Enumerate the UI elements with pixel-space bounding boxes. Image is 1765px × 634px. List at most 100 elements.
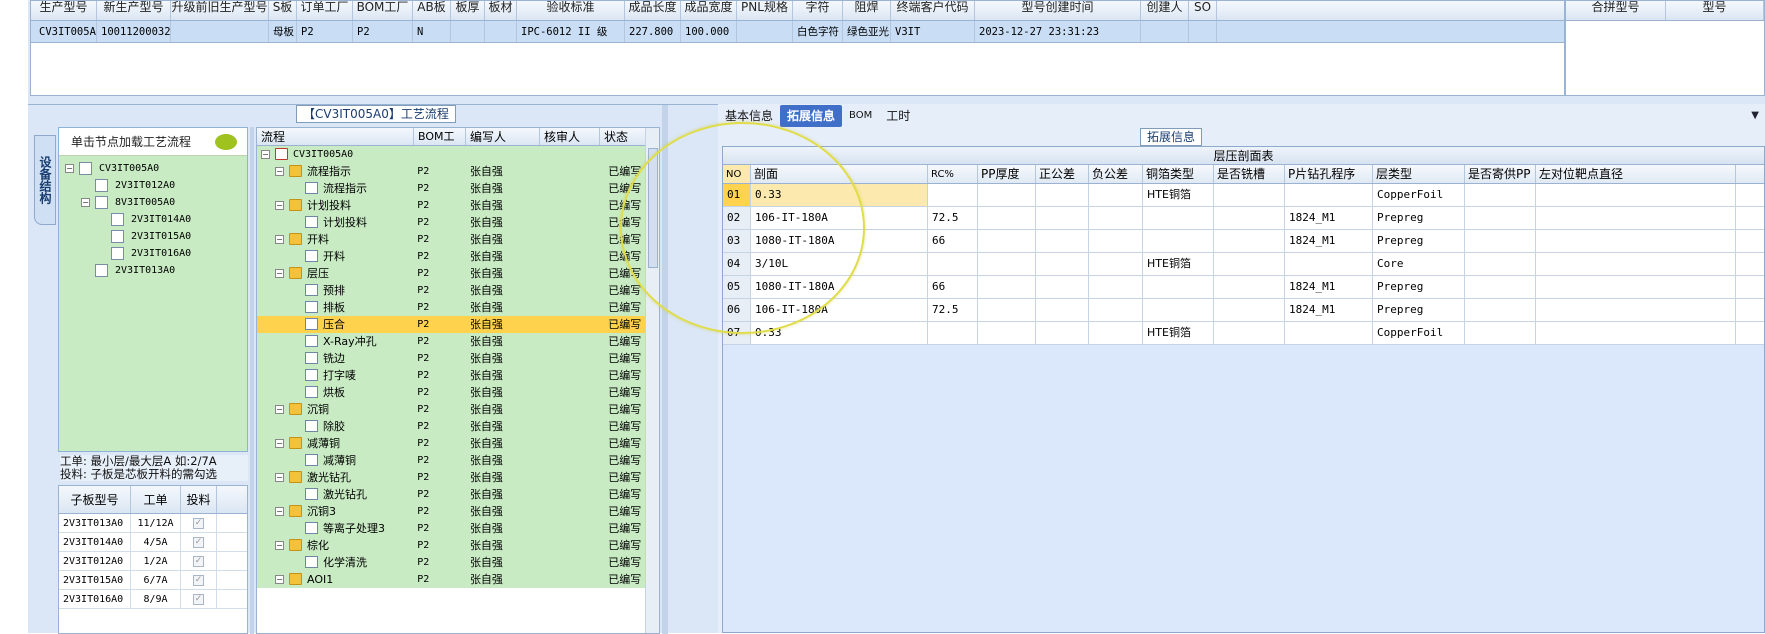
flow-expander[interactable]: − (275, 201, 284, 210)
model-grid[interactable]: 生产型号 新生产型号 升级前旧生产型号 S板 订单工厂 BOM工厂 AB板 板厚 板材 验收标准成… (30, 0, 1565, 96)
flow-row[interactable]: − AOI1 P2 张自强 已编写 (257, 571, 659, 588)
stackup-row[interactable]: 05 1080-IT-180A 66 1824_M1 Prepreg (723, 276, 1764, 299)
flow-expander[interactable]: − (275, 575, 284, 584)
flow-row[interactable]: 流程指示 P2 张自强 已编写 (257, 180, 659, 197)
flow-writer-cell: 张自强 (469, 199, 503, 212)
tree-expander[interactable]: − (65, 164, 74, 173)
main-splitter[interactable] (662, 105, 668, 634)
left-splitter[interactable] (250, 127, 254, 634)
stackup-table[interactable]: 层压剖面表 NO 剖面 RC% PP厚度 正公差 负公差 铜箔类型 是否铣槽 P片钻孔程序 层类型… (722, 146, 1765, 633)
flow-row[interactable]: − 沉铜3 P2 张自强 已编写 (257, 503, 659, 520)
comment-icon[interactable] (215, 134, 237, 150)
feed-checkbox[interactable]: ✓ (193, 517, 204, 529)
flow-row[interactable]: − 沉铜 P2 张自强 已编写 (257, 401, 659, 418)
flow-row[interactable]: 化学清洗 P2 张自强 已编写 (257, 554, 659, 571)
flow-expander[interactable]: − (275, 167, 284, 176)
flow-expander[interactable]: − (275, 507, 284, 516)
flow-row[interactable]: − 激光钻孔 P2 张自强 已编写 (257, 469, 659, 486)
flow-row[interactable]: 排板 P2 张自强 已编写 (257, 299, 659, 316)
model-grid-row[interactable]: CV3IT005A010011200032467母板P2P2NIPC-6012 … (31, 21, 1564, 43)
stackup-row[interactable]: 06 106-IT-180A 72.5 1824_M1 Prepreg (723, 299, 1764, 322)
tree-node[interactable]: 2V3IT013A0 (59, 262, 247, 279)
flow-row[interactable]: − 棕化 P2 张自强 已编写 (257, 537, 659, 554)
feed-checkbox-cell[interactable]: ✓ (181, 571, 217, 589)
stackup-cell: 01 (723, 184, 751, 206)
flow-bom-cell: P2 (417, 234, 430, 245)
feed-checkbox[interactable]: ✓ (193, 574, 204, 586)
tab-2[interactable]: BOM (842, 105, 879, 127)
tree-node[interactable]: 2V3IT012A0 (59, 177, 247, 194)
flow-col-process: 流程 (257, 128, 414, 145)
stackup-row[interactable]: 03 1080-IT-180A 66 1824_M1 Prepreg (723, 230, 1764, 253)
tree-node[interactable]: − 8V3IT005A0 (59, 194, 247, 211)
flow-row[interactable]: − 层压 P2 张自强 已编写 (257, 265, 659, 282)
feed-checkbox-cell[interactable]: ✓ (181, 552, 217, 570)
feed-checkbox[interactable]: ✓ (193, 536, 204, 548)
tree-expander[interactable]: − (81, 198, 90, 207)
flow-name-cell: − CV3IT005A0 (257, 146, 413, 163)
flow-expander[interactable]: − (275, 235, 284, 244)
sub-board-row[interactable]: 2V3IT015A0 6/7A ✓ (59, 571, 247, 590)
flow-row[interactable]: − 流程指示 P2 张自强 已编写 (257, 163, 659, 180)
tree-node[interactable]: 2V3IT015A0 (59, 228, 247, 245)
feed-checkbox-cell[interactable]: ✓ (181, 514, 217, 532)
tree-node[interactable]: − CV3IT005A0 (59, 160, 247, 177)
flow-scrollbar[interactable] (645, 128, 659, 633)
flow-row[interactable]: 烘板 P2 张自强 已编写 (257, 384, 659, 401)
sub-board-row[interactable]: 2V3IT013A0 11/12A ✓ (59, 514, 247, 533)
model-grid-cell (737, 21, 793, 42)
tree-node[interactable]: 2V3IT016A0 (59, 245, 247, 262)
flow-expander[interactable]: − (275, 541, 284, 550)
tab-menu-icon[interactable]: ▼ (1751, 110, 1759, 121)
flow-expander[interactable]: − (261, 150, 270, 159)
folder-icon (289, 539, 302, 551)
flow-row[interactable]: 打字唛 P2 张自强 已编写 (257, 367, 659, 384)
flow-name-cell: 铣边 (257, 350, 413, 367)
model-tree[interactable]: 单击节点加载工艺流程 − CV3IT005A0 2V3IT012A0 − 8V3IT00… (58, 127, 248, 452)
stackup-row[interactable]: 04 3/10L HTE铜箔 Core (723, 253, 1764, 276)
stackup-cell: 06 (723, 299, 751, 321)
flow-row[interactable]: − CV3IT005A0 (257, 146, 659, 163)
flow-row[interactable]: 铣边 P2 张自强 已编写 (257, 350, 659, 367)
flow-row[interactable]: − 开料 P2 张自强 已编写 (257, 231, 659, 248)
feed-checkbox-cell[interactable]: ✓ (181, 590, 217, 608)
tree-node[interactable]: 2V3IT014A0 (59, 211, 247, 228)
stackup-row[interactable]: 07 0.33 HTE铜箔 CopperFoil (723, 322, 1764, 345)
flow-row[interactable]: 减薄铜 P2 张自强 已编写 (257, 452, 659, 469)
merge-model-panel[interactable]: 合拼型号 型号 (1565, 0, 1765, 96)
flow-row[interactable]: − 计划投料 P2 张自强 已编写 (257, 197, 659, 214)
flow-row[interactable]: − 减薄铜 P2 张自强 已编写 (257, 435, 659, 452)
flow-expander[interactable]: − (275, 473, 284, 482)
flow-expander[interactable]: − (275, 405, 284, 414)
sub-board-row[interactable]: 2V3IT014A0 4/5A ✓ (59, 533, 247, 552)
tab-1[interactable]: 拓展信息 (780, 105, 843, 127)
feed-checkbox[interactable]: ✓ (193, 593, 204, 605)
tree-header-label: 单击节点加载工艺流程 (71, 135, 192, 149)
flow-row[interactable]: 激光钻孔 P2 张自强 已编写 (257, 486, 659, 503)
sub-board-grid[interactable]: 子板型号 工单 投料 2V3IT013A0 11/12A ✓ 2V3IT014A0 4/… (58, 485, 248, 634)
tab-0[interactable]: 基本信息 (718, 105, 780, 127)
detail-panel: 基本信息 拓展信息 BOM 工时 ▼ 拓展信息 层压剖面表 NO 剖面 RC% PP厚度 正公… (718, 104, 1765, 633)
flow-row[interactable]: 等离子处理3 P2 张自强 已编写 (257, 520, 659, 537)
flow-scroll-thumb[interactable] (648, 148, 658, 268)
tab-3[interactable]: 工时 (879, 105, 917, 127)
flow-grid[interactable]: 流程 BOM工厂 编写人 核审人 状态 −CV3IT005A0−流程指示P2张自… (256, 127, 660, 634)
flow-name: 流程指示 (323, 182, 367, 195)
stackup-row[interactable]: 02 106-IT-180A 72.5 1824_M1 Prepreg (723, 207, 1764, 230)
flow-row[interactable]: 预排 P2 张自强 已编写 (257, 282, 659, 299)
feed-checkbox[interactable]: ✓ (193, 555, 204, 567)
stackup-row[interactable]: 01 0.33 HTE铜箔 CopperFoil (723, 184, 1764, 207)
sub-board-row[interactable]: 2V3IT012A0 1/2A ✓ (59, 552, 247, 571)
stackup-title: 层压剖面表 (723, 147, 1764, 165)
flow-row[interactable]: 计划投料 P2 张自强 已编写 (257, 214, 659, 231)
flow-row[interactable]: X-Ray冲孔 P2 张自强 已编写 (257, 333, 659, 350)
flow-row[interactable]: 开料 P2 张自强 已编写 (257, 248, 659, 265)
sub-board-row[interactable]: 2V3IT016A0 8/9A ✓ (59, 590, 247, 609)
flow-reviewer-cell (539, 146, 599, 163)
flow-expander[interactable]: − (275, 269, 284, 278)
flow-row[interactable]: 除胶 P2 张自强 已编写 (257, 418, 659, 435)
flow-row[interactable]: 压合 P2 张自强 已编写 (257, 316, 659, 333)
flow-expander[interactable]: − (275, 439, 284, 448)
vertical-tab-structure[interactable]: 设备结构 (34, 135, 56, 225)
feed-checkbox-cell[interactable]: ✓ (181, 533, 217, 551)
